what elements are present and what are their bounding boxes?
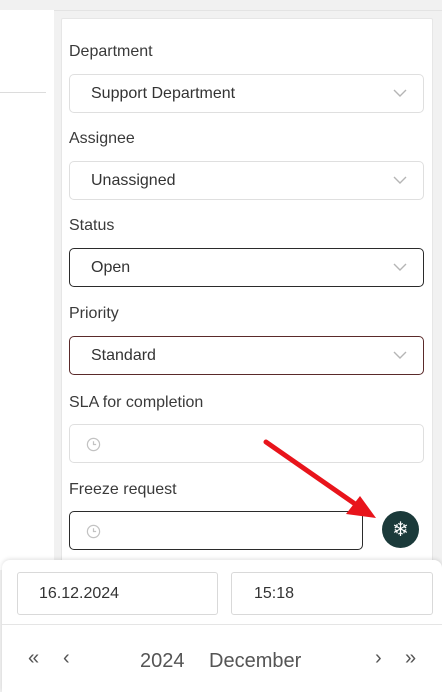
department-label: Department xyxy=(69,43,153,60)
left-panel-divider xyxy=(0,92,46,93)
status-label: Status xyxy=(69,217,115,234)
clock-icon xyxy=(86,437,101,452)
priority-select[interactable]: Standard xyxy=(69,336,424,375)
picker-year[interactable]: 2024 xyxy=(140,650,185,673)
assignee-value: Unassigned xyxy=(91,171,176,189)
chevron-down-icon xyxy=(393,89,407,97)
assignee-label: Assignee xyxy=(69,130,135,147)
picker-date-value: 16.12.2024 xyxy=(39,584,120,602)
priority-label: Priority xyxy=(69,305,119,322)
next-year-button[interactable]: » xyxy=(405,648,416,668)
left-panel xyxy=(0,10,54,570)
priority-value: Standard xyxy=(91,346,156,364)
top-divider xyxy=(0,10,442,11)
freeze-request-input[interactable] xyxy=(69,511,363,550)
picker-month[interactable]: December xyxy=(209,650,301,673)
status-value: Open xyxy=(91,258,131,276)
department-select[interactable]: Support Department xyxy=(69,74,424,113)
clock-icon xyxy=(86,524,101,539)
chevron-down-icon xyxy=(393,263,407,271)
picker-date-input[interactable]: 16.12.2024 xyxy=(17,572,218,615)
freeze-button[interactable]: ❄ xyxy=(382,511,419,548)
datetime-picker: 16.12.2024 15:18 « ‹ 2024 December › » xyxy=(2,560,442,692)
status-select[interactable]: Open xyxy=(69,248,424,287)
department-value: Support Department xyxy=(91,84,236,102)
sla-input[interactable] xyxy=(69,424,424,463)
snowflake-icon: ❄ xyxy=(392,518,409,541)
freeze-request-label: Freeze request xyxy=(69,481,177,498)
chevron-down-icon xyxy=(393,351,407,359)
assignee-select[interactable]: Unassigned xyxy=(69,161,424,200)
picker-divider xyxy=(2,624,442,625)
chevron-down-icon xyxy=(393,176,407,184)
picker-time-value: 15:18 xyxy=(254,584,295,602)
prev-year-button[interactable]: « xyxy=(28,648,39,668)
picker-time-input[interactable]: 15:18 xyxy=(231,572,433,615)
next-month-button[interactable]: › xyxy=(375,648,382,668)
prev-month-button[interactable]: ‹ xyxy=(63,648,70,668)
sla-label: SLA for completion xyxy=(69,394,204,411)
